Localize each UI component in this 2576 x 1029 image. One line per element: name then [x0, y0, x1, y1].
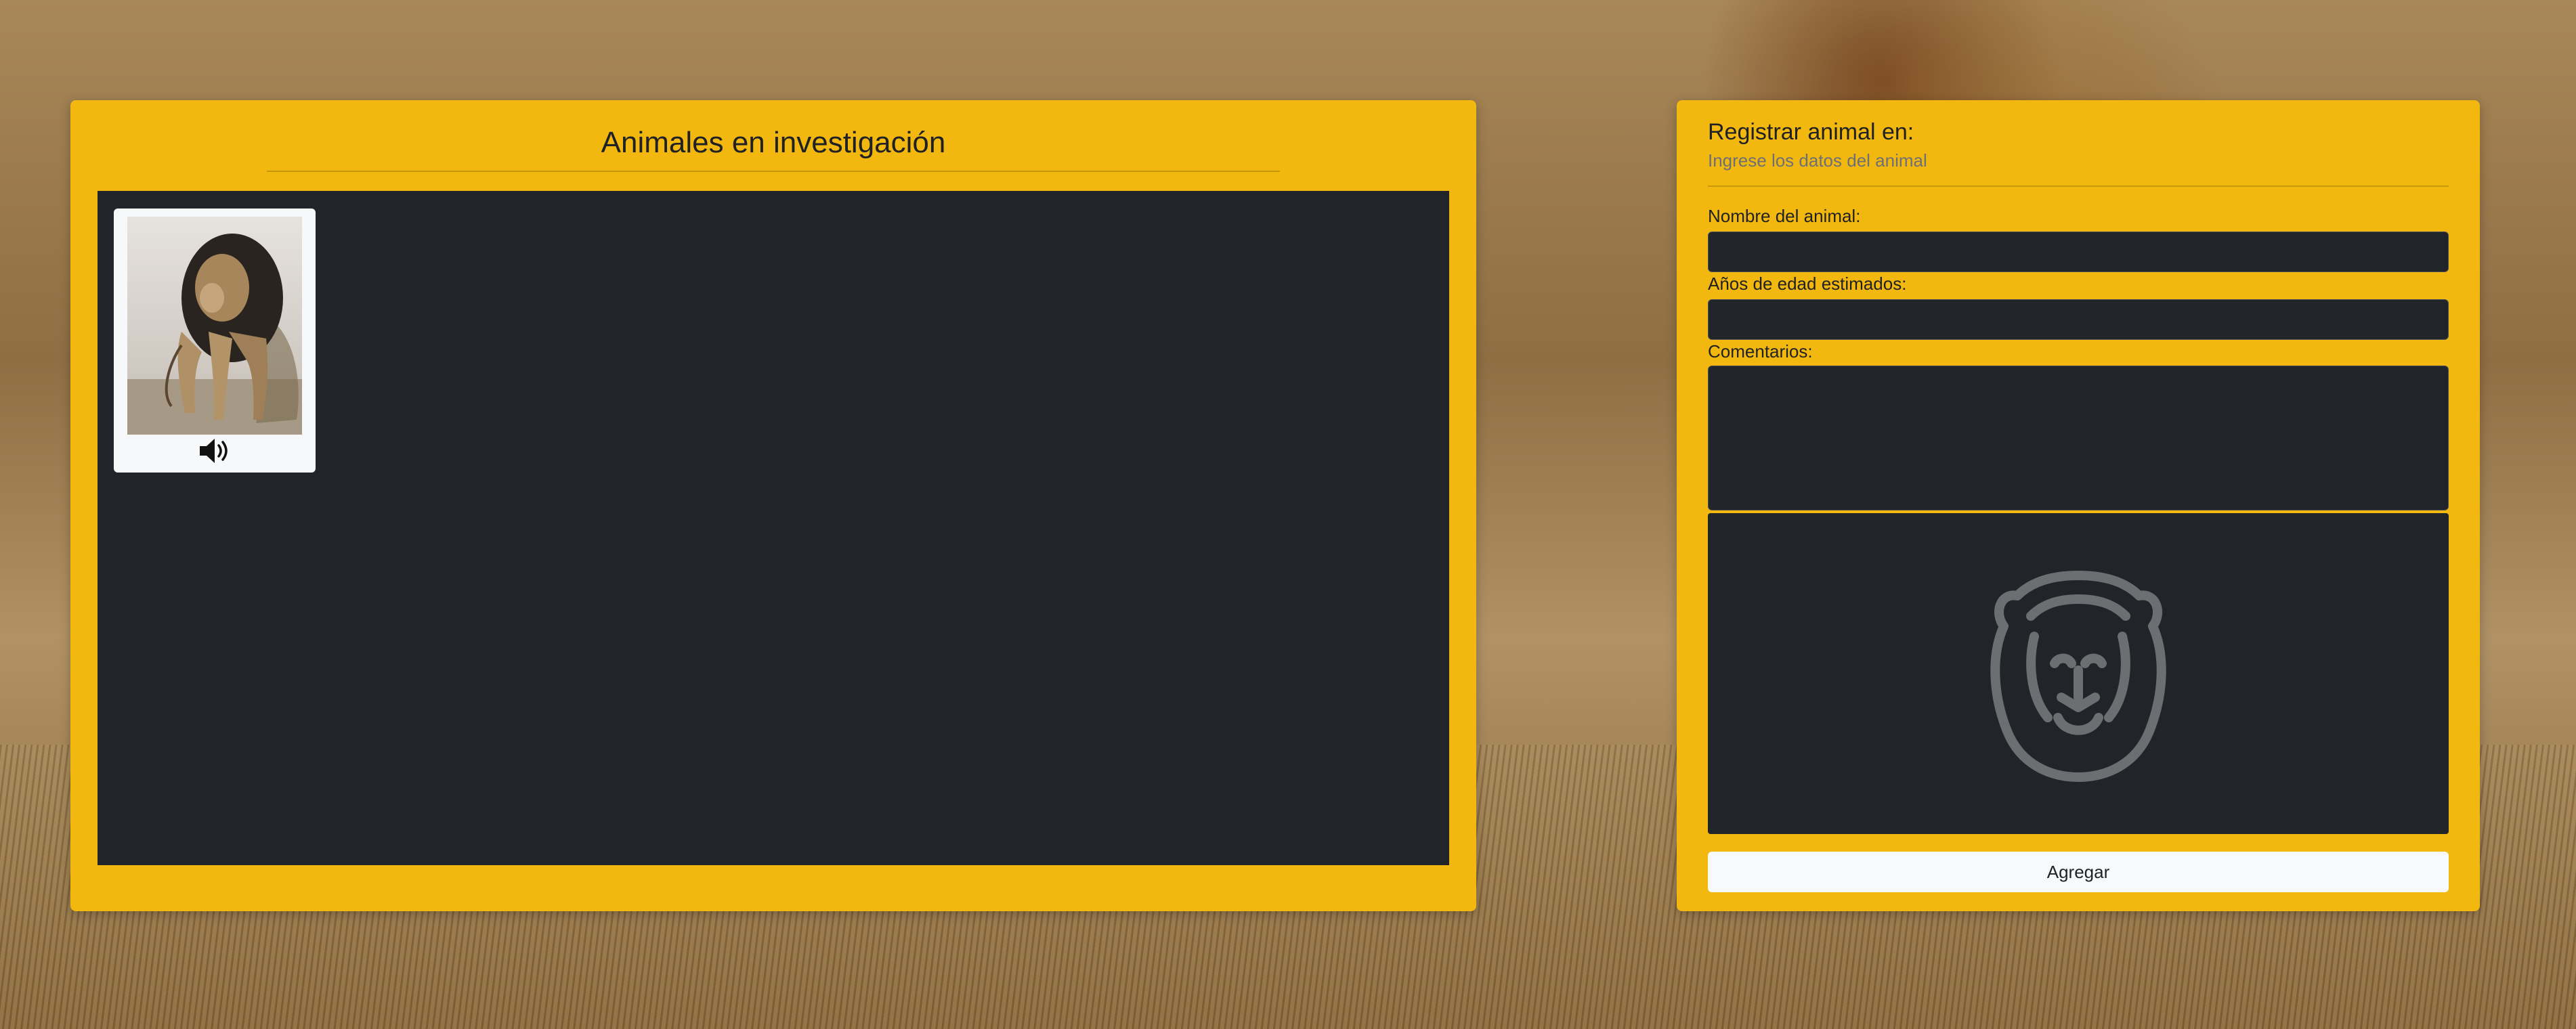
speaker-icon — [197, 439, 232, 468]
animals-grid — [98, 191, 1449, 865]
register-panel: Registrar animal en: Ingrese los datos d… — [1677, 100, 2480, 911]
play-sound-button[interactable] — [114, 436, 316, 466]
comments-label: Comentarios: — [1708, 341, 1813, 362]
divider — [1708, 185, 2449, 187]
age-label: Años de edad estimados: — [1708, 273, 1907, 294]
name-input[interactable] — [1708, 232, 2449, 272]
animal-preview — [1708, 513, 2449, 834]
panel-title: Animales en investigación — [601, 126, 946, 159]
divider — [267, 171, 1280, 172]
form-title: Registrar animal en: — [1708, 119, 1914, 145]
comments-textarea[interactable] — [1708, 366, 2449, 510]
name-label: Nombre del animal: — [1708, 206, 1861, 226]
animal-photo[interactable] — [127, 217, 302, 435]
age-input[interactable] — [1708, 299, 2449, 340]
add-button[interactable]: Agregar — [1708, 852, 2449, 892]
animals-panel: Animales en investigación — [70, 100, 1476, 911]
animal-card[interactable] — [114, 209, 316, 473]
form-subtitle: Ingrese los datos del animal — [1708, 150, 1927, 171]
